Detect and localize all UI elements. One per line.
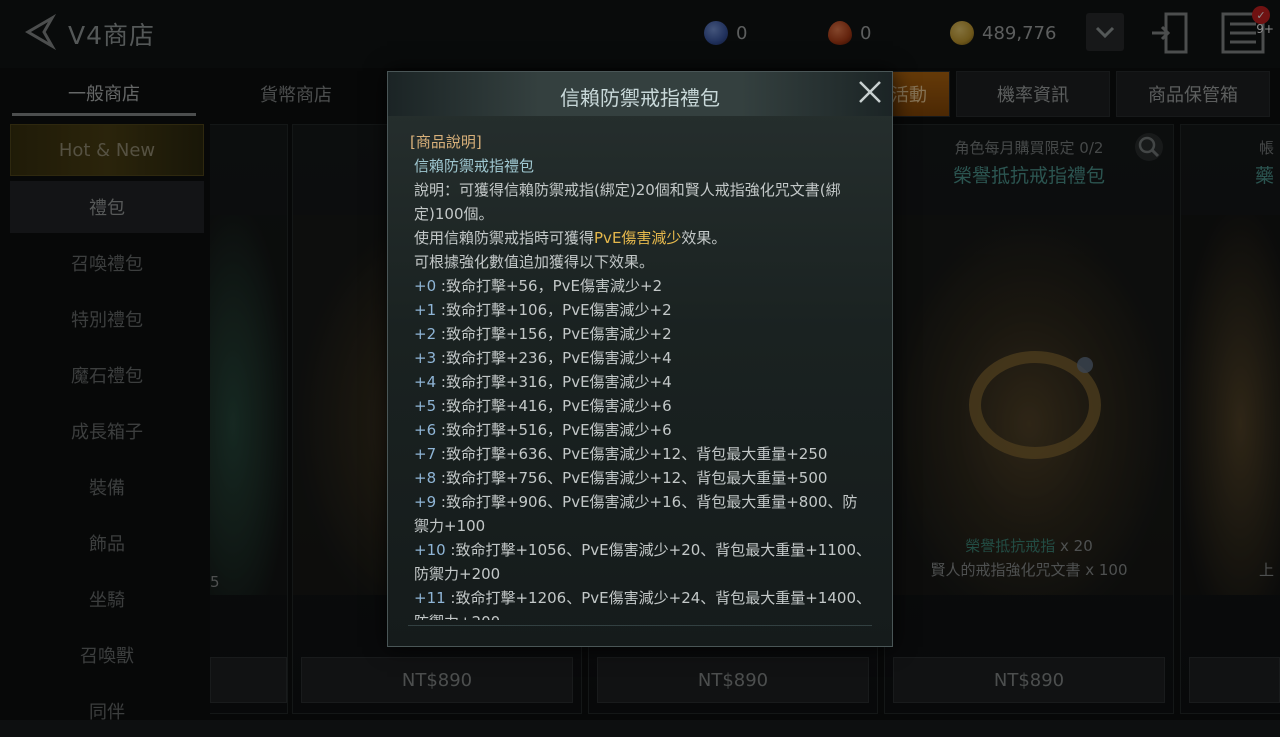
enhance-level-row: +11 :致命打擊+1206、PvE傷害減少+24、背包最大重量+1400、防禦…: [414, 589, 872, 620]
description-line: 說明：可獲得信賴防禦戒指(綁定)20個和賢人戒指強化咒文書(綁定)100個。: [414, 181, 841, 223]
level-label: +7: [414, 445, 437, 463]
enhance-level-row: +10 :致命打擊+1056、PvE傷害減少+20、背包最大重量+1100、防禦…: [414, 541, 872, 583]
level-label: +2: [414, 325, 437, 343]
dialog-footer-divider: [408, 625, 872, 640]
description-product-name: 信賴防禦戒指禮包: [414, 157, 535, 175]
close-button[interactable]: [856, 78, 884, 106]
description-line: 可根據強化數值追加獲得以下效果。: [414, 253, 655, 271]
enhance-level-row: +4 :致命打擊+316，PvE傷害減少+4: [414, 373, 672, 391]
enhance-level-row: +8 :致命打擊+756、PvE傷害減少+12、背包最大重量+500: [414, 469, 828, 487]
enhance-level-row: +5 :致命打擊+416，PvE傷害減少+6: [414, 397, 672, 415]
close-icon: [859, 81, 881, 103]
level-label: +11: [414, 589, 446, 607]
enhance-level-row: +1 :致命打擊+106，PvE傷害減少+2: [414, 301, 672, 319]
level-label: +0: [414, 277, 437, 295]
dialog-description[interactable]: [商品說明] 信賴防禦戒指禮包 說明：可獲得信賴防禦戒指(綁定)20個和賢人戒指…: [410, 130, 872, 620]
description-line: 使用信賴防禦戒指時可獲得PvE傷害減少效果。: [414, 229, 727, 247]
dialog-header: 信賴防禦戒指禮包: [388, 72, 892, 116]
enhance-level-row: +2 :致命打擊+156，PvE傷害減少+2: [414, 325, 672, 343]
enhance-level-row: +0 :致命打擊+56，PvE傷害減少+2: [414, 277, 663, 295]
highlight-text: PvE傷害減少: [594, 229, 682, 247]
product-detail-dialog: 信賴防禦戒指禮包 [商品說明] 信賴防禦戒指禮包 說明：可獲得信賴防禦戒指(綁定…: [387, 71, 893, 647]
level-label: +6: [414, 421, 437, 439]
enhance-level-row: +7 :致命打擊+636、PvE傷害減少+12、背包最大重量+250: [414, 445, 828, 463]
enhance-level-row: +6 :致命打擊+516，PvE傷害減少+6: [414, 421, 672, 439]
level-label: +8: [414, 469, 437, 487]
enhance-level-row: +3 :致命打擊+236，PvE傷害減少+4: [414, 349, 672, 367]
enhance-level-row: +9 :致命打擊+906、PvE傷害減少+16、背包最大重量+800、防禦力+1…: [414, 493, 858, 535]
level-label: +3: [414, 349, 437, 367]
dialog-title: 信賴防禦戒指禮包: [560, 86, 720, 110]
level-label: +5: [414, 397, 437, 415]
level-label: +1: [414, 301, 437, 319]
level-label: +4: [414, 373, 437, 391]
section-heading: [商品說明]: [410, 133, 482, 151]
level-label: +10: [414, 541, 446, 559]
level-label: +9: [414, 493, 437, 511]
